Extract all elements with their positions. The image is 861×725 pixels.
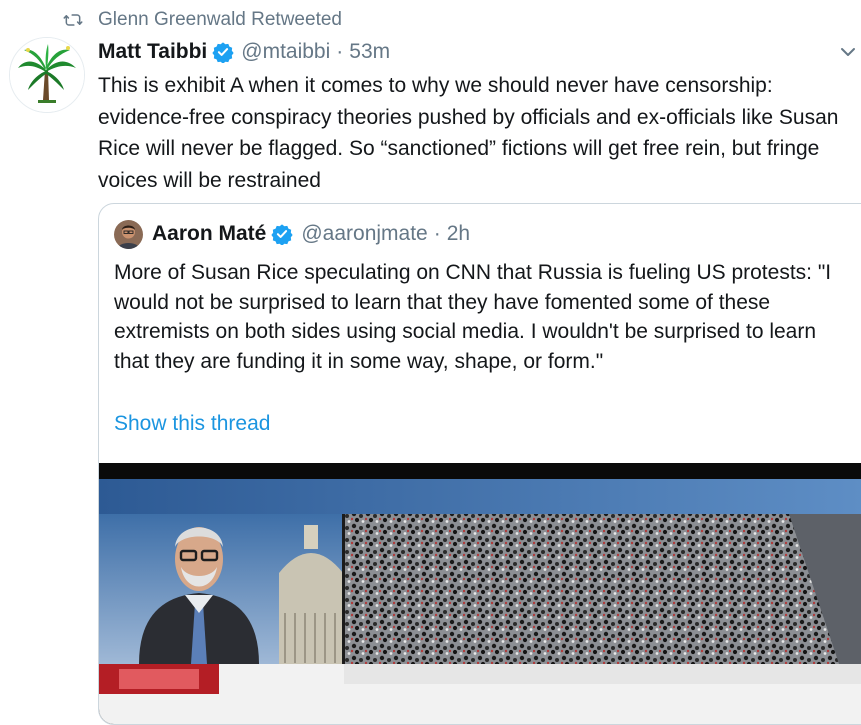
separator-dot: · <box>433 222 441 245</box>
verified-badge-icon <box>212 42 234 63</box>
quoted-author-avatar <box>114 219 143 249</box>
show-thread-link[interactable]: Show this thread <box>114 412 270 436</box>
quoted-tweet-card[interactable]: Aaron Maté @aaronjmate · 2h More of Susa… <box>98 203 861 725</box>
palm-tree-avatar <box>10 38 84 112</box>
retweet-context: Glenn Greenwald Retweeted <box>62 8 342 32</box>
author-handle[interactable]: @mtaibbi <box>241 40 330 64</box>
author-avatar[interactable] <box>9 37 85 113</box>
quoted-author-name[interactable]: Aaron Maté <box>152 222 266 246</box>
verified-badge-icon <box>271 224 293 245</box>
video-thumbnail[interactable] <box>99 463 861 724</box>
separator-dot: · <box>336 40 344 63</box>
person-avatar-icon <box>114 219 143 249</box>
retweeted-by-label[interactable]: Glenn Greenwald Retweeted <box>98 9 342 31</box>
retweet-icon <box>63 14 83 26</box>
author-name[interactable]: Matt Taibbi <box>98 40 207 64</box>
tweet-timestamp[interactable]: 53m <box>349 40 390 64</box>
tweet-text: This is exhibit A when it comes to why w… <box>98 74 839 192</box>
quoted-author-handle[interactable]: @aaronjmate <box>301 222 427 246</box>
quoted-tweet-timestamp[interactable]: 2h <box>447 222 470 246</box>
chevron-down-icon[interactable] <box>838 42 858 62</box>
quoted-tweet-header: Aaron Maté @aaronjmate · 2h <box>114 218 470 250</box>
quoted-tweet-text: More of Susan Rice speculating on CNN th… <box>114 261 832 373</box>
tweet-header: Matt Taibbi @mtaibbi · 53m <box>98 37 390 67</box>
video-still-image <box>99 463 861 724</box>
